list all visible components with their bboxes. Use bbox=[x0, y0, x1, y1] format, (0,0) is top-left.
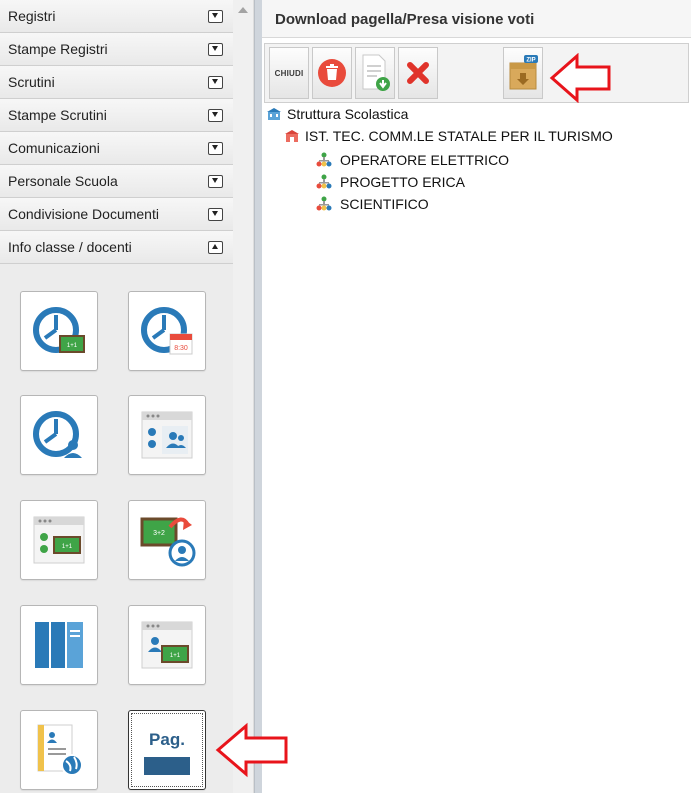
annotation-arrow-toolbar bbox=[549, 53, 611, 103]
board-share-icon: 3+2 bbox=[140, 517, 196, 567]
chiudi-label: CHIUDI bbox=[274, 68, 304, 78]
tree-node-school[interactable]: IST. TEC. COMM.LE STATALE PER IL TURISMO bbox=[284, 128, 613, 144]
svg-text:8:30: 8:30 bbox=[174, 345, 188, 352]
info-classe-tiles: 1+1 8:30 1+1 3+2 1+1 Pag. bbox=[0, 264, 233, 793]
menu-section-personale-scuola[interactable]: Personale Scuola bbox=[0, 165, 233, 198]
school-building-icon bbox=[267, 108, 281, 120]
clock-teacher-icon bbox=[33, 411, 82, 458]
tile-students-teacher[interactable] bbox=[128, 395, 206, 475]
tree-course-label: OPERATORE ELETTRICO bbox=[340, 152, 510, 168]
menu-section-stampe-registri[interactable]: Stampe Registri bbox=[0, 33, 233, 66]
expand-icon[interactable] bbox=[208, 75, 223, 89]
collapse-icon[interactable] bbox=[208, 240, 223, 254]
menu-section-condivisione-documenti[interactable]: Condivisione Documenti bbox=[0, 198, 233, 231]
tile-students-board[interactable]: 1+1 bbox=[20, 500, 98, 580]
download-button[interactable] bbox=[355, 47, 395, 99]
expand-icon[interactable] bbox=[208, 42, 223, 56]
expand-icon[interactable] bbox=[208, 174, 223, 188]
scroll-up-icon[interactable] bbox=[238, 7, 248, 13]
zip-download-button[interactable]: ZIP bbox=[503, 47, 543, 99]
tile-teacher-board[interactable]: 1+1 bbox=[128, 605, 206, 685]
expand-icon[interactable] bbox=[208, 207, 223, 221]
toolbar: CHIUDI ZIP bbox=[264, 43, 689, 103]
document-globe-icon bbox=[37, 724, 83, 776]
clock-classroom-icon: 1+1 bbox=[33, 307, 85, 353]
menu-section-comunicazioni[interactable]: Comunicazioni bbox=[0, 132, 233, 165]
tile-document-globe[interactable] bbox=[20, 710, 98, 790]
svg-text:1+1: 1+1 bbox=[62, 544, 73, 550]
hierarchy-icon bbox=[316, 196, 332, 211]
tile-board-share[interactable]: 3+2 bbox=[128, 500, 206, 580]
hierarchy-icon bbox=[316, 174, 332, 189]
main-panel: Download pagella/Presa visione voti CHIU… bbox=[262, 0, 691, 793]
svg-text:3+2: 3+2 bbox=[153, 530, 165, 537]
menu-section-label: Stampe Scrutini bbox=[8, 107, 107, 123]
tree-course-label: SCIENTIFICO bbox=[340, 196, 429, 212]
annotation-arrow-tile bbox=[215, 722, 288, 778]
tree-root-label: Struttura Scolastica bbox=[287, 106, 409, 122]
menu-section-label: Registri bbox=[8, 8, 56, 24]
svg-text:1+1: 1+1 bbox=[67, 343, 78, 349]
tree-node-course[interactable]: PROGETTO ERICA bbox=[316, 174, 465, 190]
tile-report-card[interactable]: Pag. bbox=[128, 710, 206, 790]
menu-section-label: Stampe Registri bbox=[8, 41, 108, 57]
tree-school-label: IST. TEC. COMM.LE STATALE PER IL TURISMO bbox=[305, 128, 613, 144]
tile-clock-teacher[interactable] bbox=[20, 395, 98, 475]
expand-icon[interactable] bbox=[208, 9, 223, 23]
expand-icon[interactable] bbox=[208, 108, 223, 122]
menu-section-label: Condivisione Documenti bbox=[8, 206, 159, 222]
svg-text:1+1: 1+1 bbox=[170, 653, 181, 659]
registers-books-icon bbox=[35, 622, 83, 668]
clock-calendar-icon: 8:30 bbox=[141, 307, 193, 355]
tree-node-course[interactable]: SCIENTIFICO bbox=[316, 196, 429, 212]
delete-x-icon bbox=[407, 62, 429, 84]
chiudi-button[interactable]: CHIUDI bbox=[269, 47, 309, 99]
menu-section-label: Info classe / docenti bbox=[8, 239, 132, 255]
menu-section-stampe-scrutini[interactable]: Stampe Scrutini bbox=[0, 99, 233, 132]
menu-section-scrutini[interactable]: Scrutini bbox=[0, 66, 233, 99]
cancel-button[interactable] bbox=[398, 47, 438, 99]
page-title: Download pagella/Presa visione voti bbox=[262, 0, 691, 38]
tile-registers[interactable] bbox=[20, 605, 98, 685]
tree-course-label: PROGETTO ERICA bbox=[340, 174, 465, 190]
tile-clock-classroom[interactable]: 1+1 bbox=[20, 291, 98, 371]
school-building-red-icon bbox=[285, 130, 299, 142]
menu-section-label: Personale Scuola bbox=[8, 173, 118, 189]
menu-section-info-classe-docenti[interactable]: Info classe / docenti bbox=[0, 231, 233, 264]
delete-all-button[interactable] bbox=[312, 47, 352, 99]
trash-icon bbox=[318, 59, 346, 87]
svg-text:ZIP: ZIP bbox=[526, 58, 535, 64]
zip-archive-icon: ZIP bbox=[509, 55, 538, 90]
students-board-window-icon: 1+1 bbox=[33, 516, 85, 564]
menu-section-label: Scrutini bbox=[8, 74, 55, 90]
menu-section-registri[interactable]: Registri bbox=[0, 0, 233, 33]
document-download-icon bbox=[362, 54, 390, 91]
tree-node-root[interactable]: Struttura Scolastica bbox=[266, 106, 408, 122]
students-teacher-window-icon bbox=[141, 411, 193, 459]
sidebar-menu: Registri Stampe Registri Scrutini Stampe… bbox=[0, 0, 234, 793]
hierarchy-icon bbox=[316, 152, 332, 167]
report-card-icon: Pag. bbox=[144, 730, 190, 775]
tree-node-course[interactable]: OPERATORE ELETTRICO bbox=[316, 152, 509, 168]
tile-clock-calendar[interactable]: 8:30 bbox=[128, 291, 206, 371]
sidebar-scrollbar[interactable] bbox=[233, 0, 254, 793]
report-card-label: Pag. bbox=[149, 730, 185, 749]
teacher-board-window-icon: 1+1 bbox=[141, 621, 193, 669]
expand-icon[interactable] bbox=[208, 141, 223, 155]
menu-section-label: Comunicazioni bbox=[8, 140, 100, 156]
